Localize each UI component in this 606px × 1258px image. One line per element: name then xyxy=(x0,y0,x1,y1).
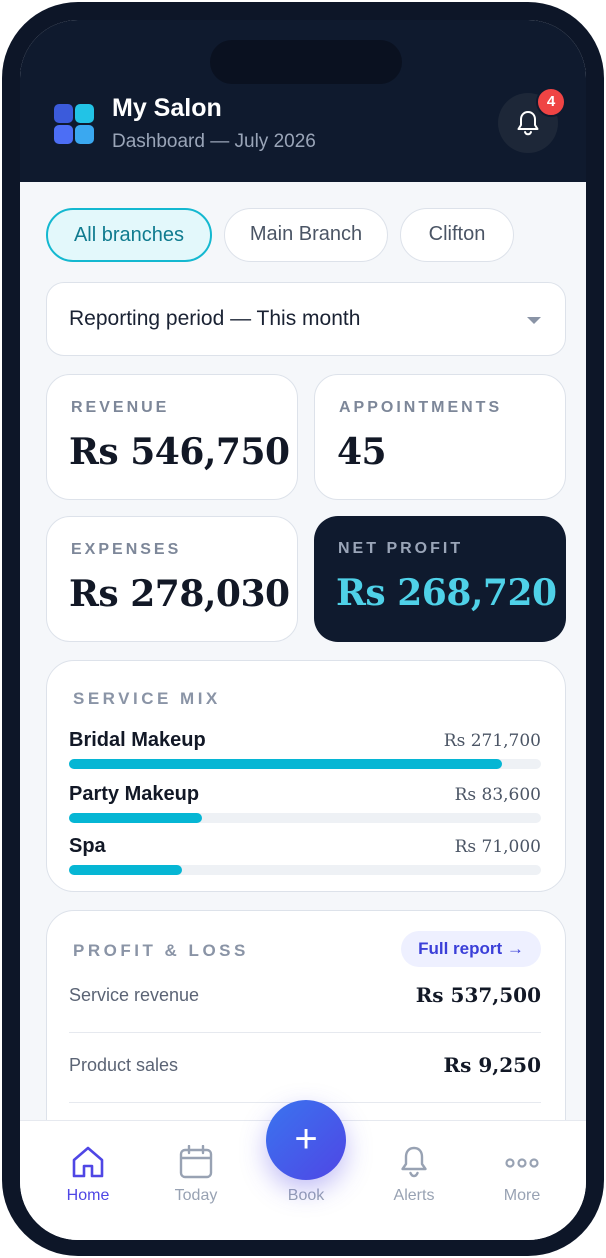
service-name: Bridal Makeup xyxy=(69,729,206,751)
service-bar-track xyxy=(69,759,541,769)
tab-alerts-label: Alerts xyxy=(393,1187,435,1204)
more-dots-icon xyxy=(505,1158,539,1168)
bell-icon xyxy=(401,1146,427,1178)
new-booking-button[interactable]: + xyxy=(266,1100,346,1180)
expenses-card[interactable]: EXPENSES Rs 278,030 xyxy=(46,516,298,642)
net-profit-card[interactable]: NET PROFIT Rs 268,720 xyxy=(314,516,566,642)
app-title: My Salon xyxy=(112,94,222,122)
service-mix-title: SERVICE MIX xyxy=(73,689,221,708)
revenue-label: REVENUE xyxy=(71,399,170,416)
tab-alerts[interactable]: Alerts xyxy=(364,1121,464,1221)
bell-icon xyxy=(517,111,539,136)
chevron-down-icon xyxy=(527,317,541,324)
service-amount: Rs 71,000 xyxy=(454,837,541,857)
tab-home[interactable]: Home xyxy=(38,1121,138,1221)
pl-label: Product sales xyxy=(69,1055,179,1075)
branch-chip-all[interactable]: All branches xyxy=(46,208,212,262)
notification-badge: 4 xyxy=(536,87,566,117)
service-bar-fill xyxy=(69,813,203,823)
net-profit-label: NET PROFIT xyxy=(338,540,464,557)
profit-loss-title: PROFIT & LOSS xyxy=(73,941,249,960)
service-mix-card: SERVICE MIX Bridal Makeup Rs 271,700 Par… xyxy=(46,660,566,892)
service-bar-track xyxy=(69,813,541,823)
service-amount: Rs 83,600 xyxy=(454,785,541,805)
revenue-card[interactable]: REVENUE Rs 546,750 xyxy=(46,374,298,500)
pl-row: Service revenue Rs 537,500 xyxy=(69,963,541,1033)
expenses-label: EXPENSES xyxy=(71,541,182,558)
branch-chip-main[interactable]: Main Branch xyxy=(224,208,388,262)
tab-today[interactable]: Today xyxy=(146,1121,246,1221)
tab-home-label: Home xyxy=(66,1187,110,1204)
service-bar-fill xyxy=(69,865,183,875)
appointments-value: 45 xyxy=(337,431,387,473)
pl-row: Product sales Rs 9,250 xyxy=(69,1033,541,1103)
expenses-value: Rs 278,030 xyxy=(69,573,290,615)
salon-logo-icon xyxy=(54,104,94,144)
full-report-button[interactable]: Full report → xyxy=(401,931,541,967)
plus-icon: + xyxy=(294,1117,318,1161)
home-icon xyxy=(72,1146,104,1178)
branch-chip-clifton[interactable]: Clifton xyxy=(400,208,514,262)
tab-more[interactable]: More xyxy=(472,1121,572,1221)
pl-value: Rs 9,250 xyxy=(443,1053,541,1077)
appointments-label: APPOINTMENTS xyxy=(339,399,503,416)
service-bar-fill xyxy=(69,759,503,769)
calendar-icon xyxy=(179,1145,213,1179)
net-profit-value: Rs 268,720 xyxy=(336,572,557,614)
appointments-card[interactable]: APPOINTMENTS 45 xyxy=(314,374,566,500)
service-bar-track xyxy=(69,865,541,875)
service-name: Party Makeup xyxy=(69,783,200,805)
pl-label: Service revenue xyxy=(69,985,200,1005)
phone-frame: My Salon Dashboard — July 2026 4 All bra… xyxy=(2,2,604,1256)
tab-more-label: More xyxy=(503,1187,541,1204)
screen: My Salon Dashboard — July 2026 4 All bra… xyxy=(20,20,586,1240)
revenue-value: Rs 546,750 xyxy=(69,431,290,473)
reporting-period-select[interactable]: Reporting period — This month xyxy=(46,282,566,356)
camera-notch xyxy=(210,40,402,84)
service-amount: Rs 271,700 xyxy=(443,731,541,751)
app-header: My Salon Dashboard — July 2026 4 xyxy=(20,20,586,182)
tab-book-label: Book xyxy=(287,1187,325,1204)
service-name: Spa xyxy=(69,835,106,857)
tab-today-label: Today xyxy=(174,1187,218,1204)
app-subtitle: Dashboard — July 2026 xyxy=(112,131,316,152)
pl-value: Rs 537,500 xyxy=(415,983,541,1007)
reporting-period-label: Reporting period — This month xyxy=(69,307,361,330)
